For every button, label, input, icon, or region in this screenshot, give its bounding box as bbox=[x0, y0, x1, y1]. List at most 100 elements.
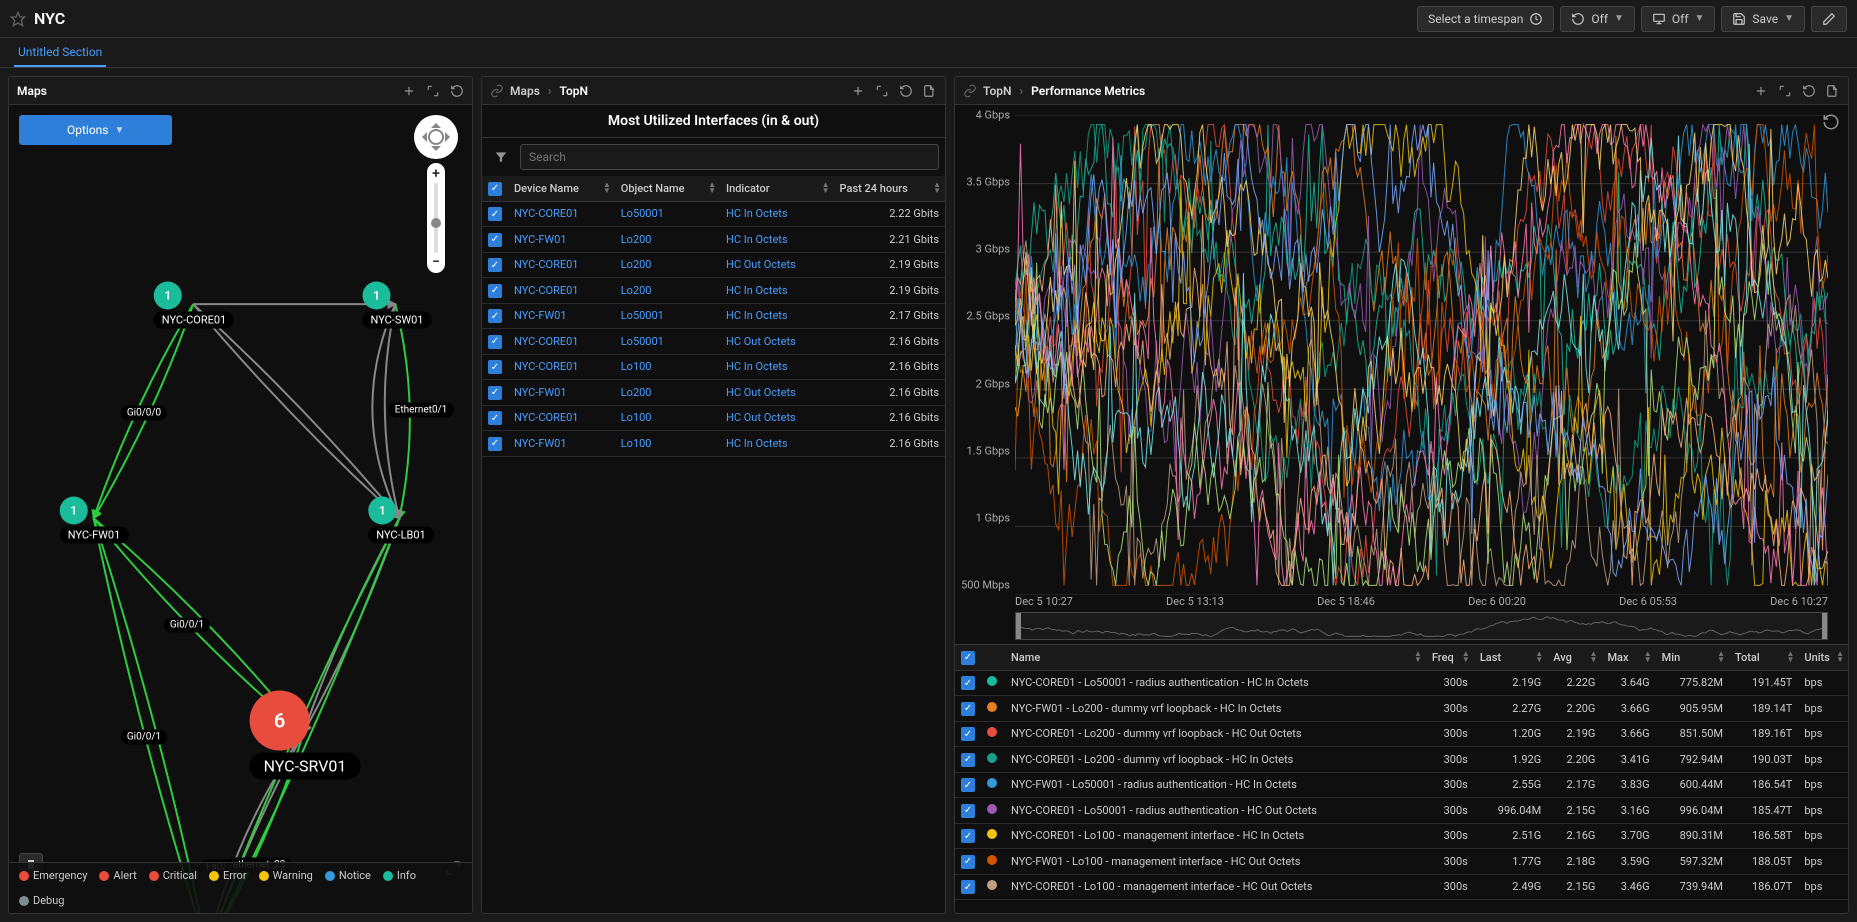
add-icon[interactable] bbox=[402, 84, 416, 98]
add-icon[interactable] bbox=[851, 84, 865, 98]
pan-center-icon[interactable] bbox=[428, 129, 444, 145]
row-checkbox[interactable]: ✓ bbox=[961, 702, 975, 716]
table-row[interactable]: ✓ NYC-FW01 - Lo200 - dummy vrf loopback … bbox=[955, 696, 1848, 722]
indicator-link[interactable]: HC In Octets bbox=[726, 437, 788, 450]
expand-icon[interactable] bbox=[426, 84, 440, 98]
object-link[interactable]: Lo200 bbox=[621, 284, 652, 297]
indicator-link[interactable]: HC In Octets bbox=[726, 284, 788, 297]
object-link[interactable]: Lo50001 bbox=[621, 335, 664, 348]
map-node-fw01[interactable]: 1NYC-FW01 bbox=[60, 497, 129, 544]
device-link[interactable]: NYC-CORE01 bbox=[514, 335, 578, 348]
zoom-track[interactable] bbox=[434, 183, 438, 253]
device-link[interactable]: NYC-CORE01 bbox=[514, 284, 578, 297]
table-row[interactable]: ✓ NYC-CORE01 Lo50001 HC Out Octets 2.16 … bbox=[482, 329, 945, 355]
map-node-sw01[interactable]: 1NYC-SW01 bbox=[362, 282, 431, 329]
row-checkbox[interactable]: ✓ bbox=[488, 309, 502, 323]
device-link[interactable]: NYC-CORE01 bbox=[514, 411, 578, 424]
expand-icon[interactable] bbox=[875, 84, 889, 98]
object-link[interactable]: Lo100 bbox=[621, 360, 652, 373]
row-checkbox[interactable]: ✓ bbox=[961, 753, 975, 767]
row-checkbox[interactable]: ✓ bbox=[961, 676, 975, 690]
device-link[interactable]: NYC-FW01 bbox=[514, 437, 567, 450]
favorite-star-icon[interactable] bbox=[10, 11, 26, 27]
table-row[interactable]: ✓ NYC-CORE01 Lo100 HC Out Octets 2.16 Gb… bbox=[482, 405, 945, 431]
object-link[interactable]: Lo50001 bbox=[621, 207, 664, 220]
row-checkbox[interactable]: ✓ bbox=[488, 284, 502, 298]
indicator-link[interactable]: HC In Octets bbox=[726, 309, 788, 322]
device-link[interactable]: NYC-FW01 bbox=[514, 233, 567, 246]
perf-col-header[interactable]: Name▲▼ bbox=[1005, 645, 1426, 670]
row-checkbox[interactable]: ✓ bbox=[961, 804, 975, 818]
overview-handle-left[interactable] bbox=[1016, 613, 1021, 639]
save-button[interactable]: Save ▼ bbox=[1721, 6, 1805, 32]
table-row[interactable]: ✓ NYC-CORE01 - Lo100 - management interf… bbox=[955, 823, 1848, 849]
table-row[interactable]: ✓ NYC-CORE01 - Lo50001 - radius authenti… bbox=[955, 670, 1848, 696]
row-checkbox[interactable]: ✓ bbox=[961, 778, 975, 792]
table-row[interactable]: ✓ NYC-CORE01 Lo200 HC Out Octets 2.19 Gb… bbox=[482, 252, 945, 278]
chart-refresh-icon[interactable] bbox=[1822, 113, 1840, 131]
table-row[interactable]: ✓ NYC-CORE01 Lo100 HC In Octets 2.16 Gbi… bbox=[482, 354, 945, 380]
table-row[interactable]: ✓ NYC-FW01 Lo100 HC In Octets 2.16 Gbits bbox=[482, 431, 945, 457]
indicator-link[interactable]: HC In Octets bbox=[726, 207, 788, 220]
performance-chart[interactable] bbox=[1015, 115, 1828, 595]
pan-left-icon[interactable] bbox=[417, 132, 427, 142]
topn-col-header[interactable]: Past 24 hours▲▼ bbox=[834, 176, 945, 201]
zoom-in-button[interactable]: + bbox=[429, 167, 443, 181]
zoom-handle[interactable] bbox=[431, 218, 441, 228]
export-icon[interactable] bbox=[1826, 84, 1840, 98]
row-checkbox[interactable]: ✓ bbox=[961, 829, 975, 843]
row-checkbox[interactable]: ✓ bbox=[488, 386, 502, 400]
perf-col-header[interactable]: Avg▲▼ bbox=[1547, 645, 1601, 670]
export-icon[interactable] bbox=[923, 84, 937, 98]
edit-button[interactable] bbox=[1811, 6, 1847, 32]
search-input[interactable] bbox=[520, 144, 939, 170]
table-row[interactable]: ✓ NYC-FW01 - Lo100 - management interfac… bbox=[955, 849, 1848, 875]
refresh-off-button[interactable]: Off ▼ bbox=[1560, 6, 1635, 32]
indicator-link[interactable]: HC In Octets bbox=[726, 360, 788, 373]
timespan-button[interactable]: Select a timespan bbox=[1417, 6, 1554, 32]
table-row[interactable]: ✓ NYC-CORE01 - Lo100 - management interf… bbox=[955, 874, 1848, 900]
table-row[interactable]: ✓ NYC-CORE01 - Lo200 - dummy vrf loopbac… bbox=[955, 721, 1848, 747]
refresh-icon[interactable] bbox=[1802, 84, 1816, 98]
device-link[interactable]: NYC-CORE01 bbox=[514, 360, 578, 373]
select-all-checkbox[interactable]: ✓ bbox=[961, 651, 975, 665]
topn-crumb-maps[interactable]: Maps bbox=[510, 84, 540, 98]
table-row[interactable]: ✓ NYC-FW01 - Lo50001 - radius authentica… bbox=[955, 772, 1848, 798]
device-link[interactable]: NYC-CORE01 bbox=[514, 258, 578, 271]
indicator-link[interactable]: HC In Octets bbox=[726, 233, 788, 246]
table-row[interactable]: ✓ NYC-CORE01 - Lo200 - dummy vrf loopbac… bbox=[955, 747, 1848, 773]
table-row[interactable]: ✓ NYC-CORE01 - Lo50001 - radius authenti… bbox=[955, 798, 1848, 824]
row-checkbox[interactable]: ✓ bbox=[488, 335, 502, 349]
perf-crumb-topn[interactable]: TopN bbox=[983, 84, 1012, 98]
device-link[interactable]: NYC-CORE01 bbox=[514, 207, 578, 220]
object-link[interactable]: Lo200 bbox=[621, 258, 652, 271]
row-checkbox[interactable]: ✓ bbox=[488, 360, 502, 374]
zoom-slider[interactable]: + − bbox=[427, 163, 445, 273]
object-link[interactable]: Lo50001 bbox=[621, 309, 664, 322]
indicator-link[interactable]: HC Out Octets bbox=[726, 258, 796, 271]
topn-col-header[interactable]: Device Name▲▼ bbox=[508, 176, 615, 201]
row-checkbox[interactable]: ✓ bbox=[488, 258, 502, 272]
topn-col-header[interactable]: Object Name▲▼ bbox=[615, 176, 720, 201]
table-row[interactable]: ✓ NYC-FW01 Lo200 HC In Octets 2.21 Gbits bbox=[482, 227, 945, 253]
map-node-srv01[interactable]: 6NYC-SRV01 bbox=[250, 691, 361, 780]
select-all-checkbox[interactable]: ✓ bbox=[488, 182, 502, 196]
filter-button[interactable] bbox=[488, 144, 514, 170]
perf-col-header[interactable]: Max▲▼ bbox=[1601, 645, 1655, 670]
row-checkbox[interactable]: ✓ bbox=[961, 880, 975, 894]
topn-col-header[interactable]: Indicator▲▼ bbox=[720, 176, 834, 201]
table-row[interactable]: ✓ NYC-FW01 Lo50001 HC In Octets 2.17 Gbi… bbox=[482, 303, 945, 329]
row-checkbox[interactable]: ✓ bbox=[488, 437, 502, 451]
object-link[interactable]: Lo100 bbox=[621, 411, 652, 424]
indicator-link[interactable]: HC Out Octets bbox=[726, 411, 796, 424]
perf-col-header[interactable]: Total▲▼ bbox=[1729, 645, 1798, 670]
pan-dpad[interactable] bbox=[414, 115, 458, 159]
pan-right-icon[interactable] bbox=[445, 132, 455, 142]
chart-area[interactable]: 4 Gbps3.5 Gbps3 Gbps2.5 Gbps2 Gbps1.5 Gb… bbox=[955, 105, 1848, 595]
refresh-icon[interactable] bbox=[899, 84, 913, 98]
object-link[interactable]: Lo200 bbox=[621, 233, 652, 246]
row-checkbox[interactable]: ✓ bbox=[961, 855, 975, 869]
pan-up-icon[interactable] bbox=[431, 118, 441, 128]
zoom-out-button[interactable]: − bbox=[429, 255, 443, 269]
monitor-off-button[interactable]: Off ▼ bbox=[1641, 6, 1716, 32]
